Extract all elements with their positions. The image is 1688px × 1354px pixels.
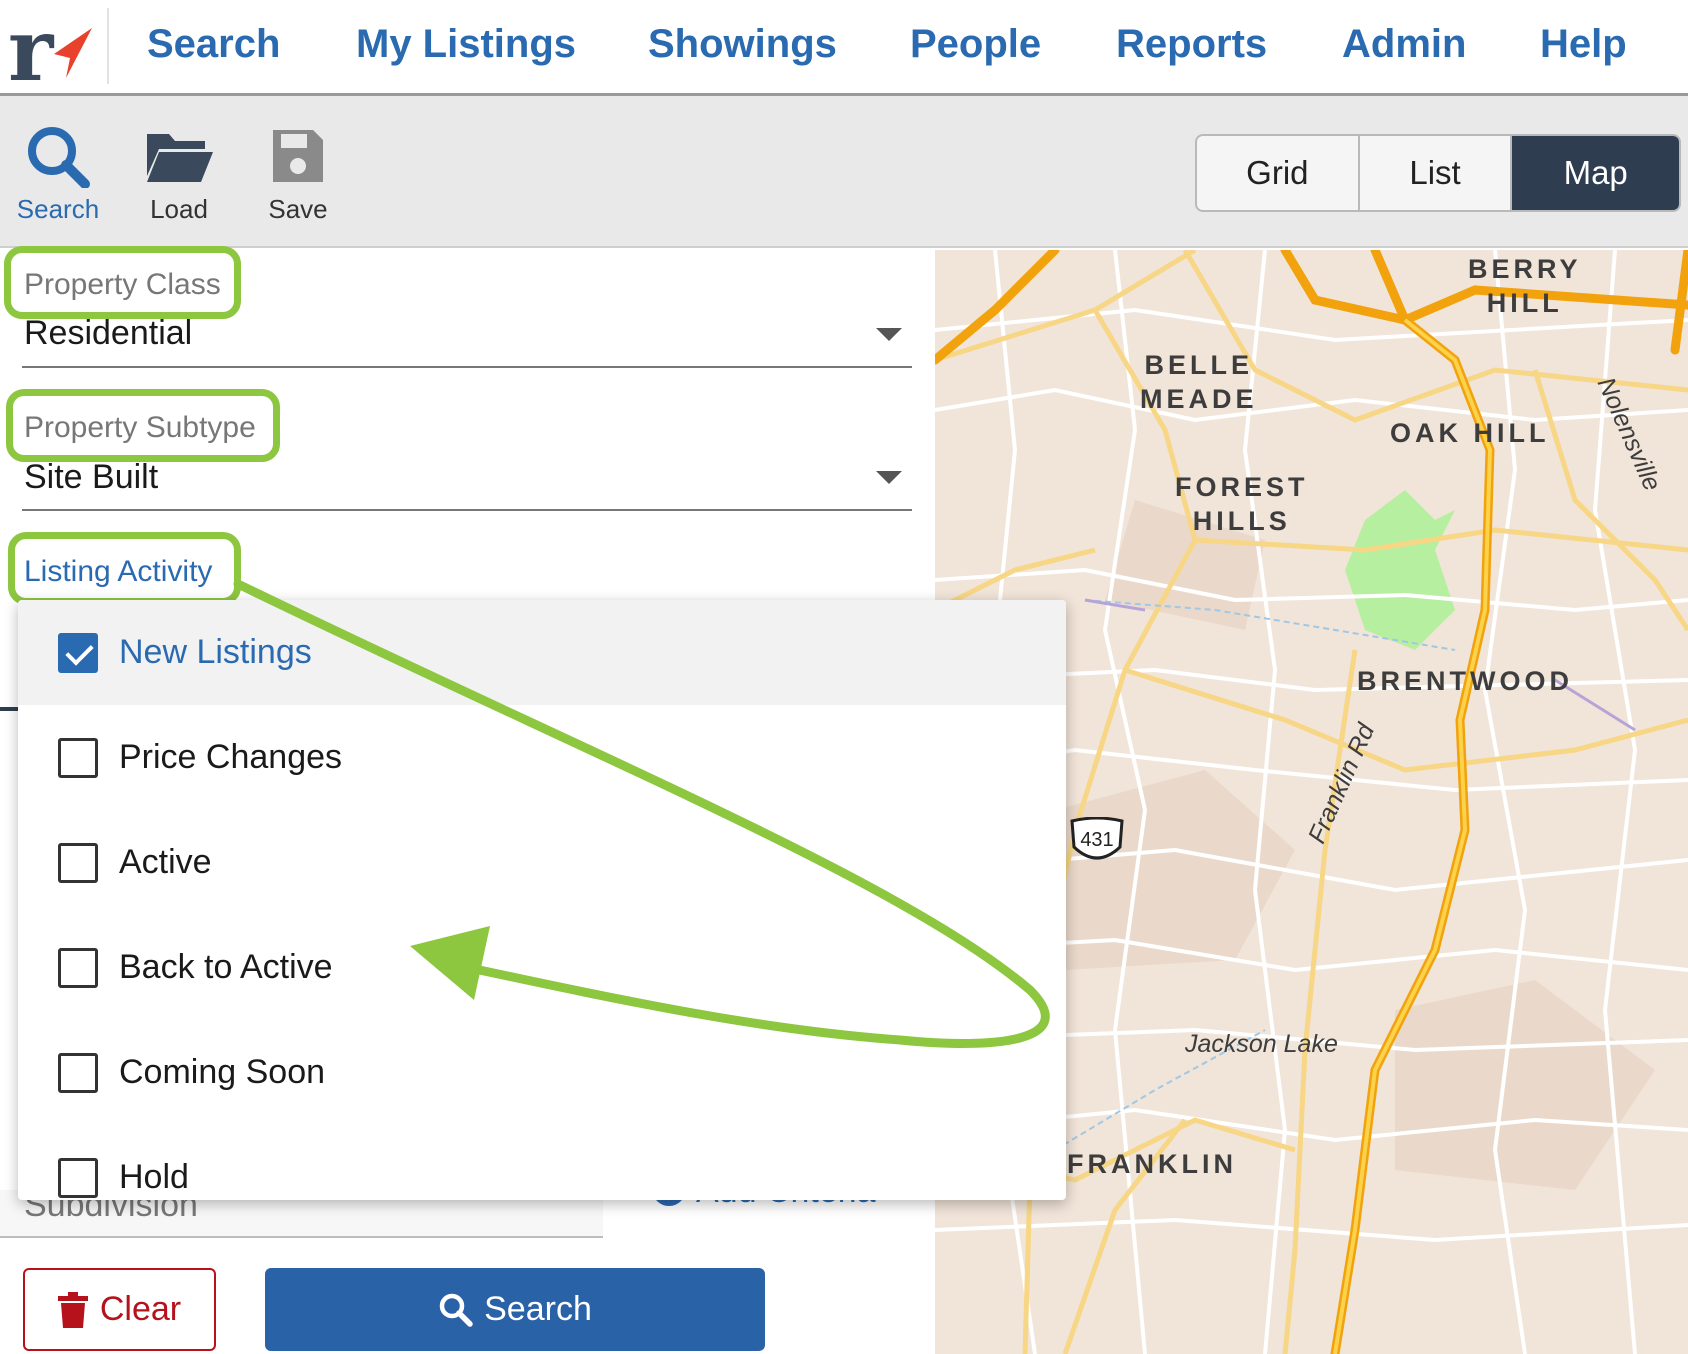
- map-label-brentwood: BRENTWOOD: [1357, 666, 1573, 696]
- search-icon: [439, 1293, 473, 1327]
- option-new-listings[interactable]: New Listings: [18, 600, 1066, 705]
- checkbox-icon[interactable]: [58, 1052, 98, 1093]
- route-431-label: 431: [1080, 829, 1113, 851]
- nav-admin[interactable]: Admin: [1342, 22, 1466, 67]
- toolbar-save-button[interactable]: Save: [257, 124, 339, 225]
- nav-search[interactable]: Search: [147, 22, 280, 67]
- top-nav: r Search My Listings Showings People Rep…: [0, 0, 1688, 101]
- map-label-forest-hills: FOREST HILLS: [1175, 472, 1309, 536]
- logo-divider: [107, 8, 109, 84]
- option-label: Coming Soon: [119, 1053, 326, 1091]
- clear-button[interactable]: Clear: [23, 1268, 216, 1351]
- view-list-button[interactable]: List: [1360, 136, 1513, 210]
- chevron-down-icon[interactable]: [876, 328, 902, 341]
- checkbox-icon[interactable]: [58, 947, 98, 988]
- option-hold[interactable]: Hold: [18, 1125, 1066, 1200]
- option-price-changes[interactable]: Price Changes: [18, 705, 1066, 810]
- clear-button-label: Clear: [99, 1290, 182, 1328]
- property-class-select[interactable]: Residential: [24, 314, 192, 353]
- view-toggle: Grid List Map: [1195, 134, 1681, 212]
- property-subtype-underline: [22, 509, 912, 511]
- option-label: Back to Active: [119, 948, 333, 986]
- property-subtype-select[interactable]: Site Built: [24, 458, 158, 497]
- checkbox-icon[interactable]: [58, 1157, 98, 1198]
- route-431-shield: 431: [1068, 816, 1126, 867]
- option-back-to-active[interactable]: Back to Active: [18, 915, 1066, 1020]
- option-label: Price Changes: [119, 738, 343, 776]
- option-label: New Listings: [119, 633, 312, 671]
- field-underline-stub: [0, 707, 18, 711]
- app-logo[interactable]: r: [8, 0, 100, 101]
- nav-my-listings[interactable]: My Listings: [356, 22, 576, 67]
- nav-people[interactable]: People: [910, 22, 1041, 67]
- checkbox-icon[interactable]: [58, 737, 98, 778]
- option-coming-soon[interactable]: Coming Soon: [18, 1020, 1066, 1125]
- map-label-berry-hill: BERRY HILL: [1468, 254, 1582, 318]
- map-label-oak-hill: OAK HILL: [1390, 418, 1550, 448]
- search-icon: [28, 127, 90, 188]
- toolbar-search-button[interactable]: Search: [14, 124, 102, 225]
- toolbar-load-button[interactable]: Load: [138, 124, 220, 225]
- checkbox-checked-icon[interactable]: [58, 632, 98, 673]
- option-label: Hold: [119, 1158, 189, 1196]
- highlight-property-class: [4, 246, 241, 319]
- toolbar-save-label: Save: [268, 194, 328, 224]
- nav-showings[interactable]: Showings: [648, 22, 837, 67]
- toolbar-load-label: Load: [150, 194, 208, 224]
- map-label-franklin: FRANKLIN: [1067, 1149, 1237, 1179]
- listing-activity-dropdown: New Listings Price Changes Active Back t…: [18, 600, 1066, 1200]
- chevron-down-icon[interactable]: [876, 471, 902, 484]
- search-button[interactable]: Search: [265, 1268, 765, 1351]
- nav-reports[interactable]: Reports: [1116, 22, 1267, 67]
- map-label-belle-meade: BELLE MEADE: [1140, 350, 1258, 414]
- map-label-jackson-lake: Jackson Lake: [1185, 1030, 1338, 1058]
- toolbar-search-label: Search: [16, 194, 100, 224]
- highlight-property-subtype: [6, 389, 280, 462]
- option-label: Active: [119, 843, 212, 881]
- nav-help[interactable]: Help: [1540, 22, 1627, 67]
- save-icon: [273, 130, 323, 182]
- view-grid-button[interactable]: Grid: [1197, 136, 1360, 210]
- folder-open-icon: [147, 134, 213, 182]
- svg-text:r: r: [8, 8, 55, 88]
- search-button-label: Search: [484, 1290, 592, 1328]
- highlight-listing-activity: [8, 532, 241, 605]
- view-map-button[interactable]: Map: [1512, 136, 1679, 210]
- property-class-underline: [22, 366, 912, 368]
- checkbox-icon[interactable]: [58, 842, 98, 883]
- option-active[interactable]: Active: [18, 810, 1066, 915]
- trash-icon: [57, 1291, 88, 1328]
